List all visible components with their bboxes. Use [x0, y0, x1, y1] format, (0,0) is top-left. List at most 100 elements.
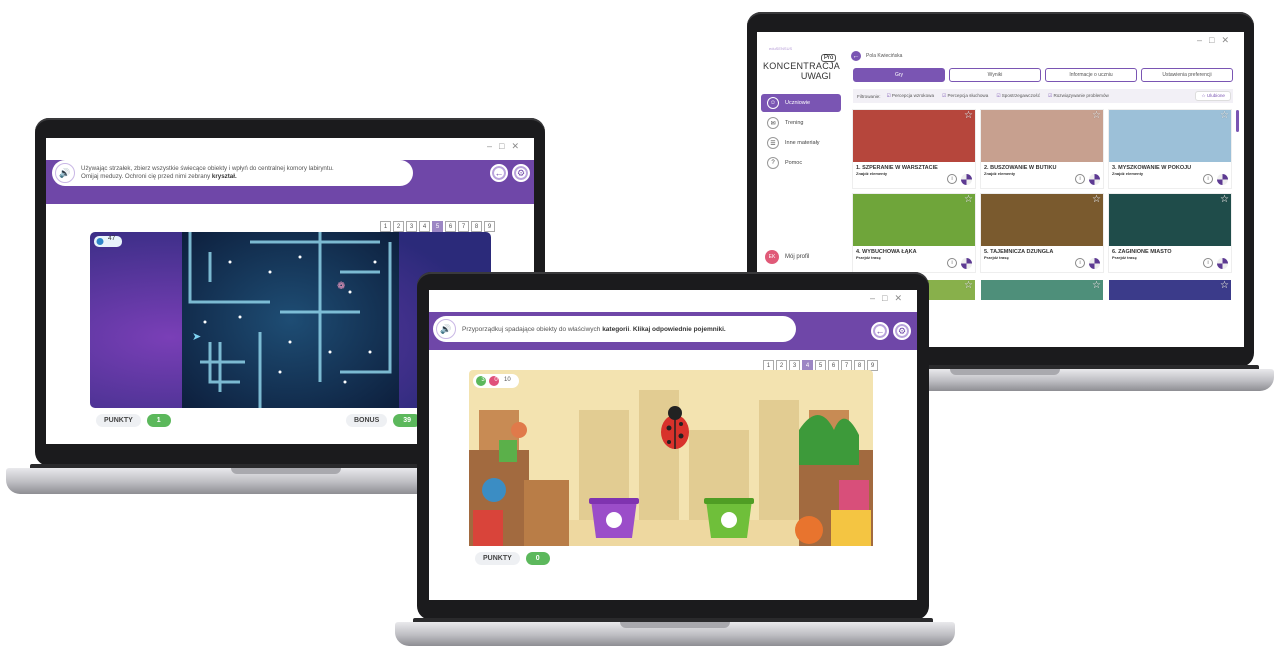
level-3-button[interactable]: 3 [406, 221, 417, 232]
info-icon[interactable]: i [947, 258, 957, 268]
score-wrong: 0 [494, 377, 498, 383]
star-icon[interactable]: ☆ [1220, 110, 1229, 121]
sidebar-item-label: Trening [785, 120, 804, 126]
scrollbar[interactable] [1236, 110, 1239, 132]
info-icon[interactable]: i [1203, 258, 1213, 268]
difficulty-icon [1217, 258, 1228, 269]
star-icon[interactable]: ☆ [1220, 280, 1229, 291]
difficulty-icon [1089, 174, 1100, 185]
sidebar-item-label: Pomoc [785, 160, 803, 166]
logo-line-1: KONCENTRACJA [763, 61, 841, 71]
profile-link[interactable]: EK Mój profil [765, 250, 809, 264]
tab-bar: Gry Wyniki Informacje o uczniu Ustawienia p… [853, 68, 1233, 82]
nav-buttons: ← ⚙ [871, 322, 911, 340]
logo-pro: Pro [821, 54, 837, 62]
info-icon[interactable]: i [1075, 174, 1085, 184]
star-icon[interactable]: ☆ [1220, 194, 1229, 205]
tab-3[interactable]: Ustawienia preferencji [1141, 68, 1233, 82]
game-card[interactable]: ☆ 5. TAJEMNICZA DŻUNGLA Przejdź trasę i [981, 194, 1103, 272]
punkty-value: 0 [525, 552, 550, 565]
level-9-button[interactable]: 9 [484, 221, 495, 232]
game-thumbnail[interactable] [981, 110, 1103, 162]
back-arrow-icon[interactable]: ← [871, 322, 889, 340]
game-card[interactable]: ☆ 2. BUSZOWANIE W BUTIKU Znajdź elementy i [981, 110, 1103, 188]
game-thumbnail[interactable] [1109, 110, 1231, 162]
filter-checkbox-3[interactable]: ☑ Rozwiązywanie problemów [1048, 93, 1109, 99]
game-card[interactable]: ☆ 1. SZPERANIE W WARSZTACIE Znajdź element… [853, 110, 975, 188]
instruction-text: Przyporządkuj spadające obiekty do właśc… [462, 325, 603, 333]
speaker-icon[interactable]: 🔊 [436, 319, 456, 339]
star-icon[interactable]: ☆ [1092, 194, 1101, 205]
filter-label: Filtrowanie: [857, 93, 881, 99]
settings-icon[interactable]: ⚙ [512, 164, 530, 182]
game-subtitle: Znajdź elementy [984, 171, 1016, 176]
svg-text:➤: ➤ [192, 331, 201, 343]
level-selector: 123456789 [380, 221, 495, 232]
bonus-label: BONUS [346, 414, 388, 427]
game-subtitle: Znajdź elementy [856, 171, 888, 176]
game-card[interactable]: ☆ 6. ZAGINIONE MIASTO Przejdź trasę i [1109, 194, 1231, 272]
level-5-button[interactable]: 5 [432, 221, 443, 232]
tab-2[interactable]: Informacje o uczniu [1045, 68, 1137, 82]
game-card[interactable]: ☆ 3. MYSZKOWANIE W POKOJU Znajdź elementy i [1109, 110, 1231, 188]
star-icon[interactable]: ☆ [1092, 110, 1101, 121]
instruction-text-2: Omijaj meduzy. Ochroni cię przed nimi ze… [81, 173, 212, 180]
game-card[interactable]: ☆ 4. WYBUCHOWA ŁĄKA Przejdź trasę i [853, 194, 975, 272]
tab-1[interactable]: Wyniki [949, 68, 1041, 82]
game-thumbnail[interactable] [853, 110, 975, 162]
sidebar-item-3[interactable]: ? Pomoc [761, 154, 841, 172]
star-icon[interactable]: ☆ [964, 110, 973, 121]
logo-line-2: UWAGI [800, 71, 831, 81]
sidebar-item-0[interactable]: ☺ Uczniowie [761, 94, 841, 112]
info-icon[interactable]: i [1203, 174, 1213, 184]
back-button[interactable]: ← Pola Kwiecińska [851, 51, 902, 61]
instruction-bold: kryształ. [211, 173, 237, 180]
sidebar-item-label: Uczniowie [785, 100, 811, 106]
purple-bin[interactable] [589, 498, 639, 538]
logo: eduSENSUS Pro KONCENTRACJA UWAGI [763, 46, 843, 81]
instruction-text: Używając strzałek, zbierz wszystkie świe… [81, 165, 334, 172]
settings-icon[interactable]: ⚙ [893, 322, 911, 340]
level-4-button[interactable]: 4 [419, 221, 430, 232]
speaker-icon[interactable]: 🔊 [55, 163, 75, 183]
game-thumbnail[interactable]: ☆ [1109, 280, 1231, 300]
difficulty-icon [1089, 258, 1100, 269]
checkbox-icon: ☑ [1048, 93, 1053, 98]
user-icon: ☺ [767, 97, 779, 109]
level-8-button[interactable]: 8 [471, 221, 482, 232]
star-icon[interactable]: ☆ [1092, 280, 1101, 291]
filter-list: ☑ Percepcja wzrokowa ☑ Percepcja słuchowa… [887, 93, 1109, 99]
sorting-game-area [469, 370, 873, 546]
sidebar-item-1[interactable]: ✉ Trening [761, 114, 841, 132]
star-icon[interactable]: ☆ [964, 194, 973, 205]
window-controls[interactable]: –□✕ [487, 141, 526, 152]
green-bin[interactable] [704, 498, 754, 538]
difficulty-icon [1217, 174, 1228, 185]
question-icon: ? [767, 157, 779, 169]
filter-label-2: Spostrzegawczość [1001, 93, 1041, 98]
game-thumbnail[interactable]: ☆ [981, 280, 1103, 300]
game-thumbnail[interactable] [853, 194, 975, 246]
game-subtitle: Przejdź trasę [984, 255, 1009, 260]
filter-checkbox-1[interactable]: ☑ Percepcja słuchowa [942, 93, 988, 99]
filter-checkbox-2[interactable]: ☑ Spostrzegawczość [996, 93, 1040, 99]
level-1-button[interactable]: 1 [380, 221, 391, 232]
favorites-button[interactable]: ☆ Ulubione [1195, 91, 1231, 101]
sidebar-item-2[interactable]: ☰ Inne materiały [761, 134, 841, 152]
back-arrow-icon[interactable]: ← [490, 164, 508, 182]
info-icon[interactable]: i [947, 174, 957, 184]
info-icon[interactable]: i [1075, 258, 1085, 268]
filter-checkbox-0[interactable]: ☑ Percepcja wzrokowa [887, 93, 935, 99]
game-thumbnail[interactable] [1109, 194, 1231, 246]
level-2-button[interactable]: 2 [393, 221, 404, 232]
window-controls[interactable]: –□✕ [870, 293, 909, 304]
student-name: Pola Kwiecińska [866, 53, 903, 59]
level-6-button[interactable]: 6 [445, 221, 456, 232]
tab-0[interactable]: Gry [853, 68, 945, 82]
game-grid: ☆ 1. SZPERANIE W WARSZTACIE Znajdź element… [853, 110, 1233, 272]
game-subtitle: Przejdź trasę [1112, 255, 1137, 260]
star-icon[interactable]: ☆ [964, 280, 973, 291]
game-thumbnail[interactable] [981, 194, 1103, 246]
level-7-button[interactable]: 7 [458, 221, 469, 232]
window-controls[interactable]: –□✕ [1197, 35, 1236, 46]
